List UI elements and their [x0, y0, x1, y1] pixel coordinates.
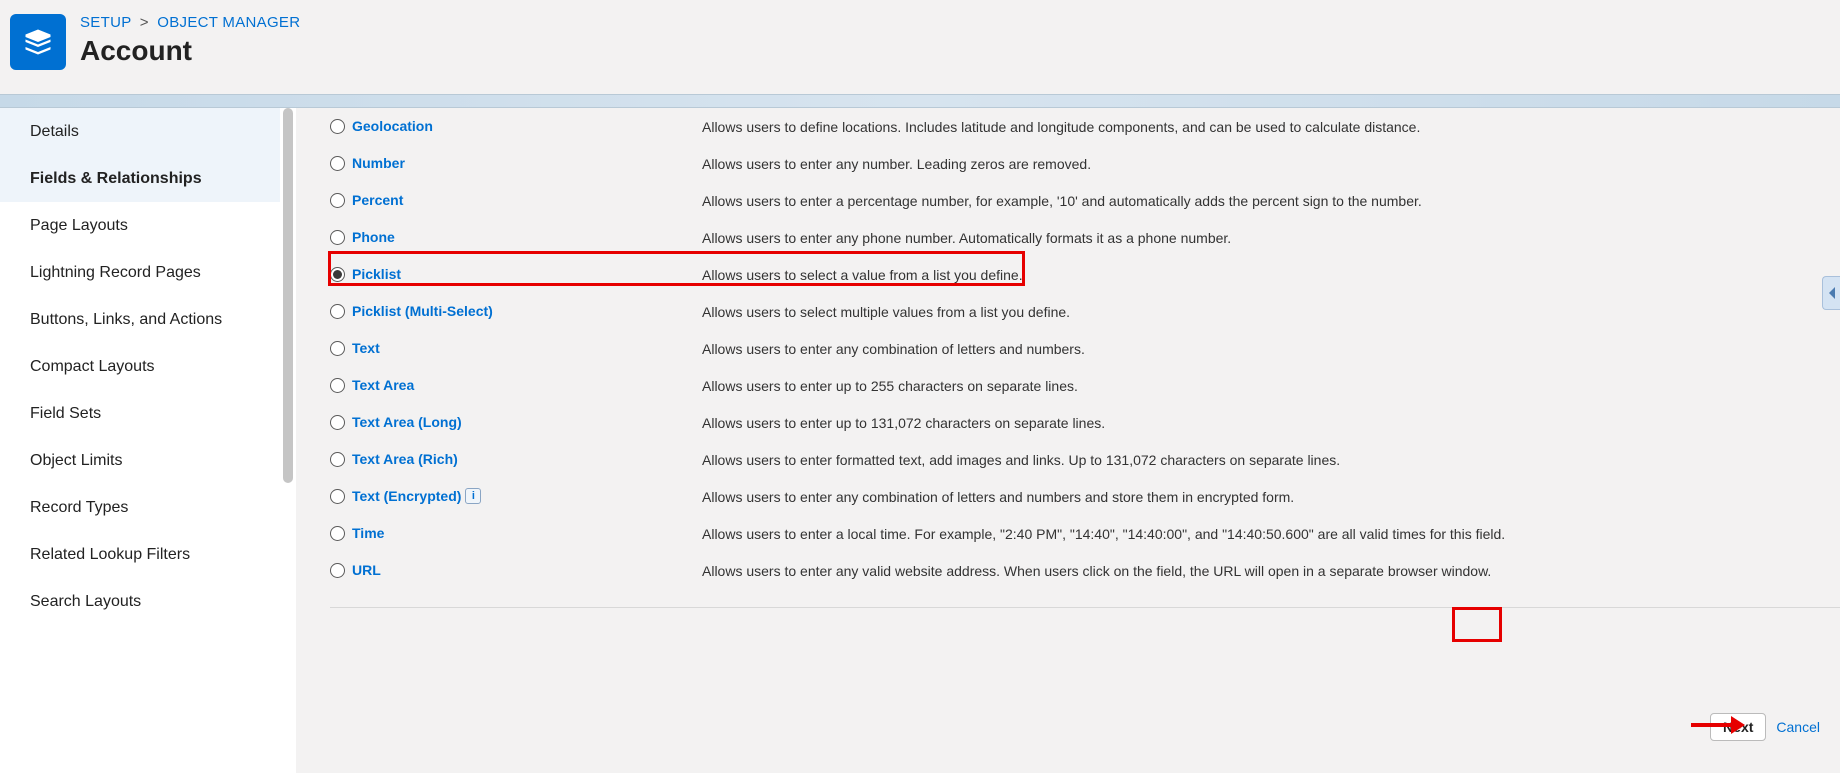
- field-type-radio[interactable]: [330, 489, 345, 504]
- field-type-label[interactable]: Time: [352, 525, 384, 541]
- field-type-label[interactable]: Text Area (Rich): [352, 451, 458, 467]
- field-type-row: Number Allows users to enter any number. …: [330, 145, 1840, 182]
- field-type-description: Allows users to enter any valid website …: [702, 563, 1840, 579]
- field-type-label[interactable]: Text: [352, 340, 380, 356]
- field-type-row: Text (Encrypted)i Allows users to enter a…: [330, 478, 1840, 515]
- field-type-row: Percent Allows users to enter a percentag…: [330, 182, 1840, 219]
- field-type-row: Geolocation Allows users to define locati…: [330, 108, 1840, 145]
- field-type-radio[interactable]: [330, 378, 345, 393]
- sidebar-item-label: Page Layouts: [30, 217, 128, 235]
- field-type-description: Allows users to enter any phone number. …: [702, 230, 1840, 246]
- field-type-description: Allows users to enter formatted text, ad…: [702, 452, 1840, 468]
- right-edge-tab[interactable]: [1822, 276, 1840, 310]
- sidebar-item-compact-layouts[interactable]: Compact Layouts: [0, 343, 280, 390]
- field-type-row: Time Allows users to enter a local time. …: [330, 515, 1840, 552]
- field-type-row: Text Area Allows users to enter up to 255…: [330, 367, 1840, 404]
- breadcrumb-setup[interactable]: SETUP: [80, 14, 131, 31]
- sidebar-item-label: Compact Layouts: [30, 358, 155, 376]
- breadcrumb-sep: >: [140, 14, 149, 31]
- field-type-description: Allows users to define locations. Includ…: [702, 119, 1840, 135]
- field-type-row: Picklist Allows users to select a value f…: [330, 256, 1840, 293]
- breadcrumb: SETUP > OBJECT MANAGER: [80, 14, 300, 31]
- field-type-label[interactable]: Percent: [352, 192, 403, 208]
- header: SETUP > OBJECT MANAGER Account: [0, 0, 1840, 94]
- page-title: Account: [80, 35, 300, 67]
- sidebar-item-details[interactable]: Details: [0, 108, 280, 155]
- field-type-radio[interactable]: [330, 526, 345, 541]
- sidebar-item-field-sets[interactable]: Field Sets: [0, 390, 280, 437]
- field-type-radio[interactable]: [330, 156, 345, 171]
- field-type-row: URL Allows users to enter any valid websi…: [330, 552, 1840, 589]
- field-type-label[interactable]: Geolocation: [352, 118, 433, 134]
- field-type-row: Text Allows users to enter any combinatio…: [330, 330, 1840, 367]
- annotation-arrow: [1691, 716, 1745, 734]
- breadcrumb-object-manager[interactable]: OBJECT MANAGER: [157, 14, 300, 31]
- field-type-description: Allows users to enter any combination of…: [702, 341, 1840, 357]
- sidebar-item-label: Object Limits: [30, 452, 122, 470]
- field-type-description: Allows users to select a value from a li…: [702, 267, 1840, 283]
- sidebar-item-label: Search Layouts: [30, 593, 141, 611]
- cancel-link[interactable]: Cancel: [1776, 719, 1820, 735]
- field-type-radio[interactable]: [330, 452, 345, 467]
- sidebar-item-label: Lightning Record Pages: [30, 264, 201, 282]
- sidebar-item-label: Details: [30, 123, 79, 141]
- field-type-description: Allows users to enter up to 131,072 char…: [702, 415, 1840, 431]
- field-type-description: Allows users to enter up to 255 characte…: [702, 378, 1840, 394]
- sidebar-item-fields-relationships[interactable]: Fields & Relationships: [0, 155, 280, 202]
- field-type-radio[interactable]: [330, 267, 345, 282]
- field-type-radio[interactable]: [330, 304, 345, 319]
- field-type-radio[interactable]: [330, 119, 345, 134]
- pattern-bar: [0, 94, 1840, 108]
- sidebar-item-record-types[interactable]: Record Types: [0, 484, 280, 531]
- field-type-label[interactable]: URL: [352, 562, 381, 578]
- sidebar: Details Fields & Relationships Page Layo…: [0, 108, 280, 773]
- field-type-label[interactable]: Phone: [352, 229, 395, 245]
- sidebar-scrollbar-thumb[interactable]: [283, 108, 293, 483]
- sidebar-scrollbar[interactable]: [280, 108, 296, 773]
- field-type-description: Allows users to select multiple values f…: [702, 304, 1840, 320]
- field-type-label[interactable]: Number: [352, 155, 405, 171]
- field-type-description: Allows users to enter any combination of…: [702, 489, 1840, 505]
- field-type-row: Text Area (Long) Allows users to enter up…: [330, 404, 1840, 441]
- field-type-description: Allows users to enter any number. Leadin…: [702, 156, 1840, 172]
- sidebar-item-page-layouts[interactable]: Page Layouts: [0, 202, 280, 249]
- object-icon: [10, 14, 66, 70]
- field-type-row: Picklist (Multi-Select) Allows users to s…: [330, 293, 1840, 330]
- sidebar-item-label: Record Types: [30, 499, 128, 517]
- field-type-radio[interactable]: [330, 341, 345, 356]
- field-type-label[interactable]: Text (Encrypted): [352, 488, 461, 504]
- sidebar-item-label: Buttons, Links, and Actions: [30, 311, 222, 329]
- field-type-radio[interactable]: [330, 230, 345, 245]
- field-type-label[interactable]: Text Area (Long): [352, 414, 462, 430]
- sidebar-item-search-layouts[interactable]: Search Layouts: [0, 578, 280, 625]
- field-type-description: Allows users to enter a percentage numbe…: [702, 193, 1840, 209]
- sidebar-item-buttons-links-actions[interactable]: Buttons, Links, and Actions: [0, 296, 280, 343]
- sidebar-item-related-lookup-filters[interactable]: Related Lookup Filters: [0, 531, 280, 578]
- field-type-description: Allows users to enter a local time. For …: [702, 526, 1840, 542]
- field-type-row: Phone Allows users to enter any phone num…: [330, 219, 1840, 256]
- field-type-label[interactable]: Picklist (Multi-Select): [352, 303, 493, 319]
- field-type-row: Text Area (Rich) Allows users to enter fo…: [330, 441, 1840, 478]
- field-type-label[interactable]: Text Area: [352, 377, 414, 393]
- field-type-radio[interactable]: [330, 563, 345, 578]
- field-type-radio[interactable]: [330, 415, 345, 430]
- field-type-radio[interactable]: [330, 193, 345, 208]
- main-content: Geolocation Allows users to define locati…: [296, 108, 1840, 773]
- sidebar-item-label: Field Sets: [30, 405, 101, 423]
- sidebar-item-label: Related Lookup Filters: [30, 546, 190, 564]
- sidebar-item-object-limits[interactable]: Object Limits: [0, 437, 280, 484]
- sidebar-item-label: Fields & Relationships: [30, 170, 202, 188]
- info-icon[interactable]: i: [465, 488, 481, 504]
- sidebar-item-lightning-record-pages[interactable]: Lightning Record Pages: [0, 249, 280, 296]
- field-type-label[interactable]: Picklist: [352, 266, 401, 282]
